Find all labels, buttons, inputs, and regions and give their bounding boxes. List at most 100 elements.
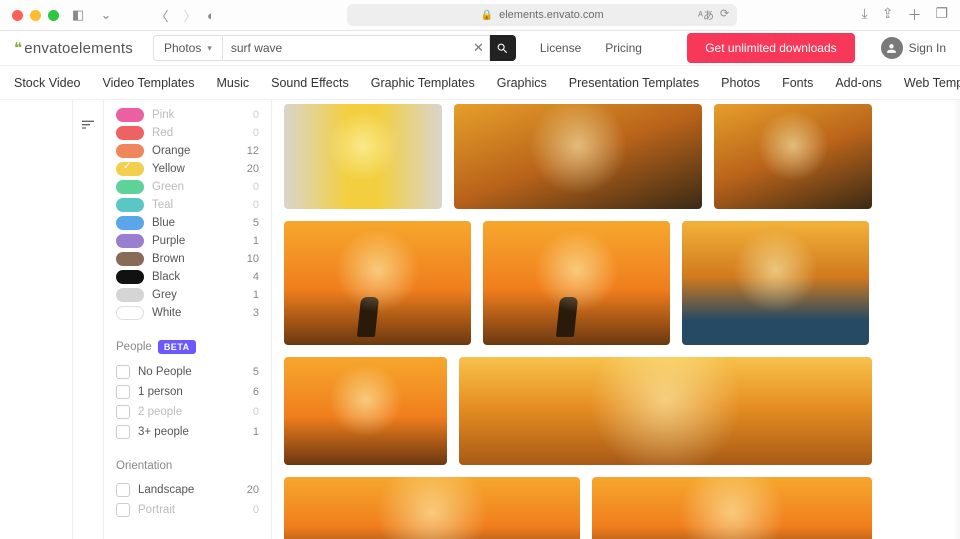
checkbox-filter-row[interactable]: Landscape20 xyxy=(116,480,259,500)
filters-sidebar: Pink0 Red 0 Orange12Yellow20Green0Teal0Blue… xyxy=(104,100,272,539)
checkbox xyxy=(116,405,130,419)
color-swatch xyxy=(116,108,144,122)
color-filter-row[interactable]: Teal0 xyxy=(116,196,259,214)
checkbox-count: 5 xyxy=(253,366,259,378)
color-count: 12 xyxy=(247,145,259,157)
result-thumbnail[interactable] xyxy=(592,477,872,539)
color-filter-row[interactable]: White3 xyxy=(116,304,259,322)
nav-item[interactable]: Graphics xyxy=(497,76,547,90)
checkbox-filter-row[interactable]: 2 people0 xyxy=(116,402,259,422)
privacy-shield-icon[interactable]: ◐ xyxy=(207,8,215,23)
checkbox-count: 6 xyxy=(253,386,259,398)
share-icon[interactable]: ⇪ xyxy=(882,5,894,25)
checkbox-filter-row[interactable]: Portrait0 xyxy=(116,500,259,520)
cta-button[interactable]: Get unlimited downloads xyxy=(687,33,854,63)
maximize-window-icon[interactable] xyxy=(48,10,59,21)
site-logo[interactable]: ❝ envatoelements xyxy=(14,39,133,57)
address-bar[interactable]: 🔒 elements.envato.com ᴬあ ⟳ xyxy=(347,4,737,26)
color-name: White xyxy=(152,307,181,319)
color-count: 0 xyxy=(253,127,259,139)
reader-icon[interactable]: ᴬあ xyxy=(698,7,714,23)
license-link[interactable]: License xyxy=(540,41,581,55)
result-thumbnail[interactable] xyxy=(459,357,872,465)
nav-item[interactable]: Video Templates xyxy=(102,76,194,90)
close-window-icon[interactable] xyxy=(12,10,23,21)
browser-chrome: ◧ ⌄ 〈 〉 ◐ 🔒 elements.envato.com ᴬあ ⟳ ⤓ ⇪… xyxy=(0,0,960,31)
result-thumbnail[interactable] xyxy=(682,221,869,345)
checkbox-count: 1 xyxy=(253,426,259,438)
color-filter-row[interactable]: Yellow20 xyxy=(116,160,259,178)
people-section-title: People BETA xyxy=(116,340,259,354)
nav-item[interactable]: Fonts xyxy=(782,76,813,90)
search-category-label: Photos xyxy=(164,41,201,55)
color-filter-row[interactable]: Red 0 xyxy=(116,124,259,142)
reload-icon[interactable]: ⟳ xyxy=(720,7,729,23)
result-thumbnail[interactable] xyxy=(714,104,872,209)
downloads-icon[interactable]: ⤓ xyxy=(862,5,868,25)
color-name: Yellow xyxy=(152,163,185,175)
checkbox-label: Landscape xyxy=(138,484,194,496)
tabs-icon[interactable]: ❐ xyxy=(935,5,948,25)
user-icon xyxy=(881,37,903,59)
color-name: Purple xyxy=(152,235,185,247)
result-thumbnail[interactable] xyxy=(284,221,471,345)
result-thumbnail[interactable] xyxy=(284,104,442,209)
color-name: Teal xyxy=(152,199,173,211)
filter-rail xyxy=(72,100,104,539)
logo-text: envatoelements xyxy=(24,40,133,57)
search-input[interactable] xyxy=(222,35,490,61)
new-tab-icon[interactable]: ＋ xyxy=(907,5,921,25)
checkbox-label: No People xyxy=(138,366,192,378)
checkbox-filter-row[interactable]: 1 person6 xyxy=(116,382,259,402)
color-count: 4 xyxy=(253,271,259,283)
pricing-link[interactable]: Pricing xyxy=(605,41,642,55)
results-grid xyxy=(272,100,952,539)
main-content: Pink0 Red 0 Orange12Yellow20Green0Teal0Blue… xyxy=(0,100,960,539)
nav-item[interactable]: Music xyxy=(216,76,249,90)
sign-in-button[interactable]: Sign In xyxy=(881,37,946,59)
color-swatch xyxy=(116,252,144,266)
nav-item[interactable]: Graphic Templates xyxy=(371,76,475,90)
result-thumbnail[interactable] xyxy=(454,104,702,209)
color-filter-row[interactable]: Pink0 xyxy=(116,106,259,124)
color-swatch xyxy=(116,162,144,176)
clear-search-icon[interactable]: ✕ xyxy=(473,40,484,56)
site-header: ❝ envatoelements Photos ▾ ✕ License Pric… xyxy=(0,31,960,66)
result-thumbnail[interactable] xyxy=(284,477,580,539)
color-filter-row[interactable]: Purple1 xyxy=(116,232,259,250)
nav-item[interactable]: Photos xyxy=(721,76,760,90)
color-name: Red xyxy=(152,127,173,139)
color-filter-row[interactable]: Orange12 xyxy=(116,142,259,160)
nav-item[interactable]: Add-ons xyxy=(835,76,882,90)
color-count: 1 xyxy=(253,289,259,301)
search-category-dropdown[interactable]: Photos ▾ xyxy=(153,35,222,61)
color-filter-row[interactable]: Black4 xyxy=(116,268,259,286)
color-filter-row[interactable]: Green0 xyxy=(116,178,259,196)
leaf-icon: ❝ xyxy=(14,39,22,57)
nav-item[interactable]: Web Templates xyxy=(904,76,960,90)
color-filter-row[interactable]: Grey1 xyxy=(116,286,259,304)
window-controls xyxy=(12,10,59,21)
nav-item[interactable]: Presentation Templates xyxy=(569,76,699,90)
sidebar-toggle-icon[interactable]: ◧ xyxy=(69,7,87,23)
filters-toggle-icon[interactable] xyxy=(78,114,98,134)
lock-icon: 🔒 xyxy=(481,10,493,21)
checkbox-label: 2 people xyxy=(138,406,182,418)
checkbox-filter-row[interactable]: 3+ people1 xyxy=(116,422,259,442)
search-button[interactable] xyxy=(490,35,516,61)
color-filter-row[interactable]: Blue5 xyxy=(116,214,259,232)
sign-in-label: Sign In xyxy=(909,41,946,55)
nav-item[interactable]: Stock Video xyxy=(14,76,80,90)
chevron-down-icon[interactable]: ⌄ xyxy=(97,7,115,23)
result-thumbnail[interactable] xyxy=(284,357,447,465)
result-thumbnail[interactable] xyxy=(483,221,670,345)
url-text: elements.envato.com xyxy=(499,9,604,21)
back-icon[interactable]: 〈 xyxy=(153,6,171,25)
forward-icon[interactable]: 〉 xyxy=(181,6,199,25)
minimize-window-icon[interactable] xyxy=(30,10,41,21)
nav-item[interactable]: Sound Effects xyxy=(271,76,349,90)
checkbox-filter-row[interactable]: No People 5 xyxy=(116,362,259,382)
color-swatch xyxy=(116,288,144,302)
color-count: 10 xyxy=(247,253,259,265)
color-filter-row[interactable]: Brown10 xyxy=(116,250,259,268)
